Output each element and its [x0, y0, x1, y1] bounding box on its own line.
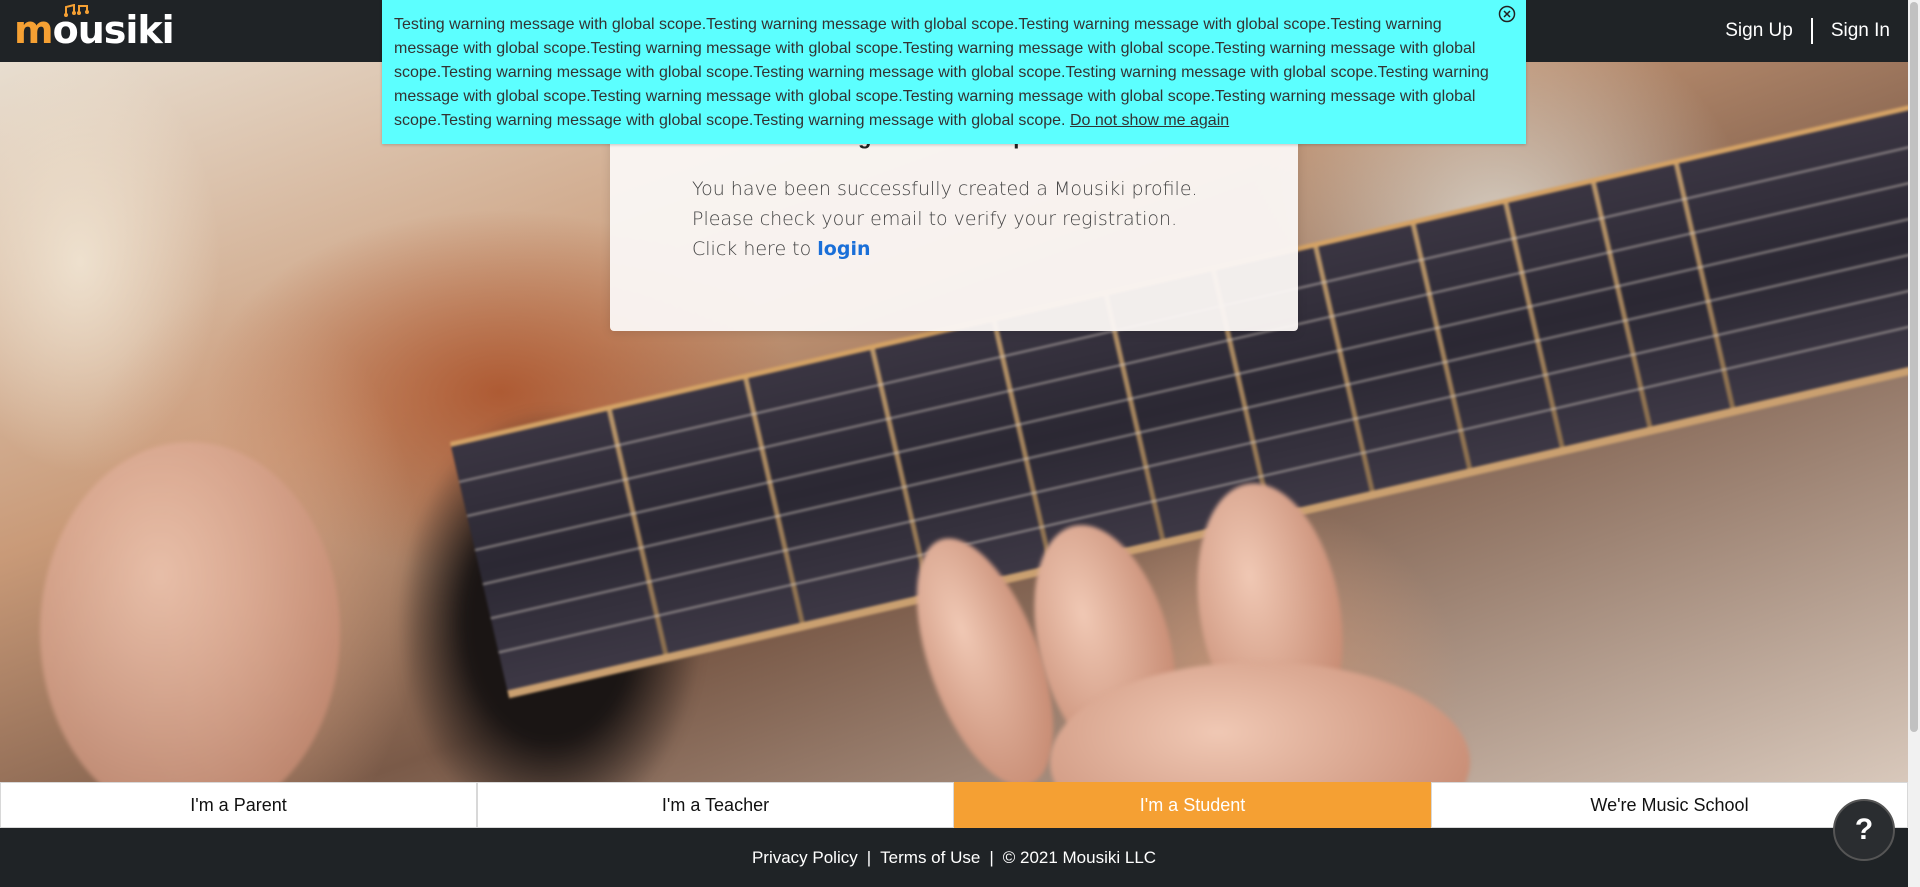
- auth-divider: [1810, 18, 1813, 44]
- registration-message-text: You have been successfully created a Mou…: [692, 178, 1198, 260]
- page-scrollbar[interactable]: [1908, 0, 1920, 887]
- footer-separator: |: [989, 847, 994, 867]
- terms-of-use-link[interactable]: Terms of Use: [880, 848, 980, 868]
- registration-message: You have been successfully created a Mou…: [692, 174, 1212, 264]
- do-not-show-again-link[interactable]: Do not show me again: [1070, 112, 1229, 129]
- sign-up-link[interactable]: Sign Up: [1721, 20, 1797, 42]
- help-button[interactable]: ?: [1833, 799, 1895, 861]
- close-circle-icon[interactable]: [1498, 5, 1516, 23]
- copyright-text: © 2021 Mousiki LLC: [1002, 847, 1157, 867]
- warning-banner: Testing warning message with global scop…: [382, 0, 1526, 144]
- mousiki-logo[interactable]: m ousiki: [14, 4, 175, 52]
- footer: Privacy Policy | Terms of Use | © 2021 M…: [0, 828, 1908, 887]
- strumming-hand-shape: [40, 442, 340, 782]
- sign-in-link[interactable]: Sign In: [1827, 20, 1894, 42]
- warning-message: Testing warning message with global scop…: [394, 16, 1489, 129]
- tab-student[interactable]: I'm a Student: [954, 782, 1431, 828]
- logo-m-letter: m: [14, 8, 54, 52]
- tab-teacher[interactable]: I'm a Teacher: [477, 782, 954, 828]
- login-link[interactable]: login: [817, 238, 870, 260]
- help-icon: ?: [1854, 813, 1874, 846]
- role-tabs: I'm a Parent I'm a Teacher I'm a Student…: [0, 782, 1908, 828]
- footer-separator: |: [866, 847, 872, 867]
- privacy-policy-link[interactable]: Privacy Policy: [752, 848, 858, 868]
- scrollbar-thumb[interactable]: [1910, 2, 1918, 732]
- music-notes-icon: [64, 4, 89, 17]
- auth-links: Sign Up Sign In: [1721, 0, 1894, 62]
- tab-parent[interactable]: I'm a Parent: [0, 782, 477, 828]
